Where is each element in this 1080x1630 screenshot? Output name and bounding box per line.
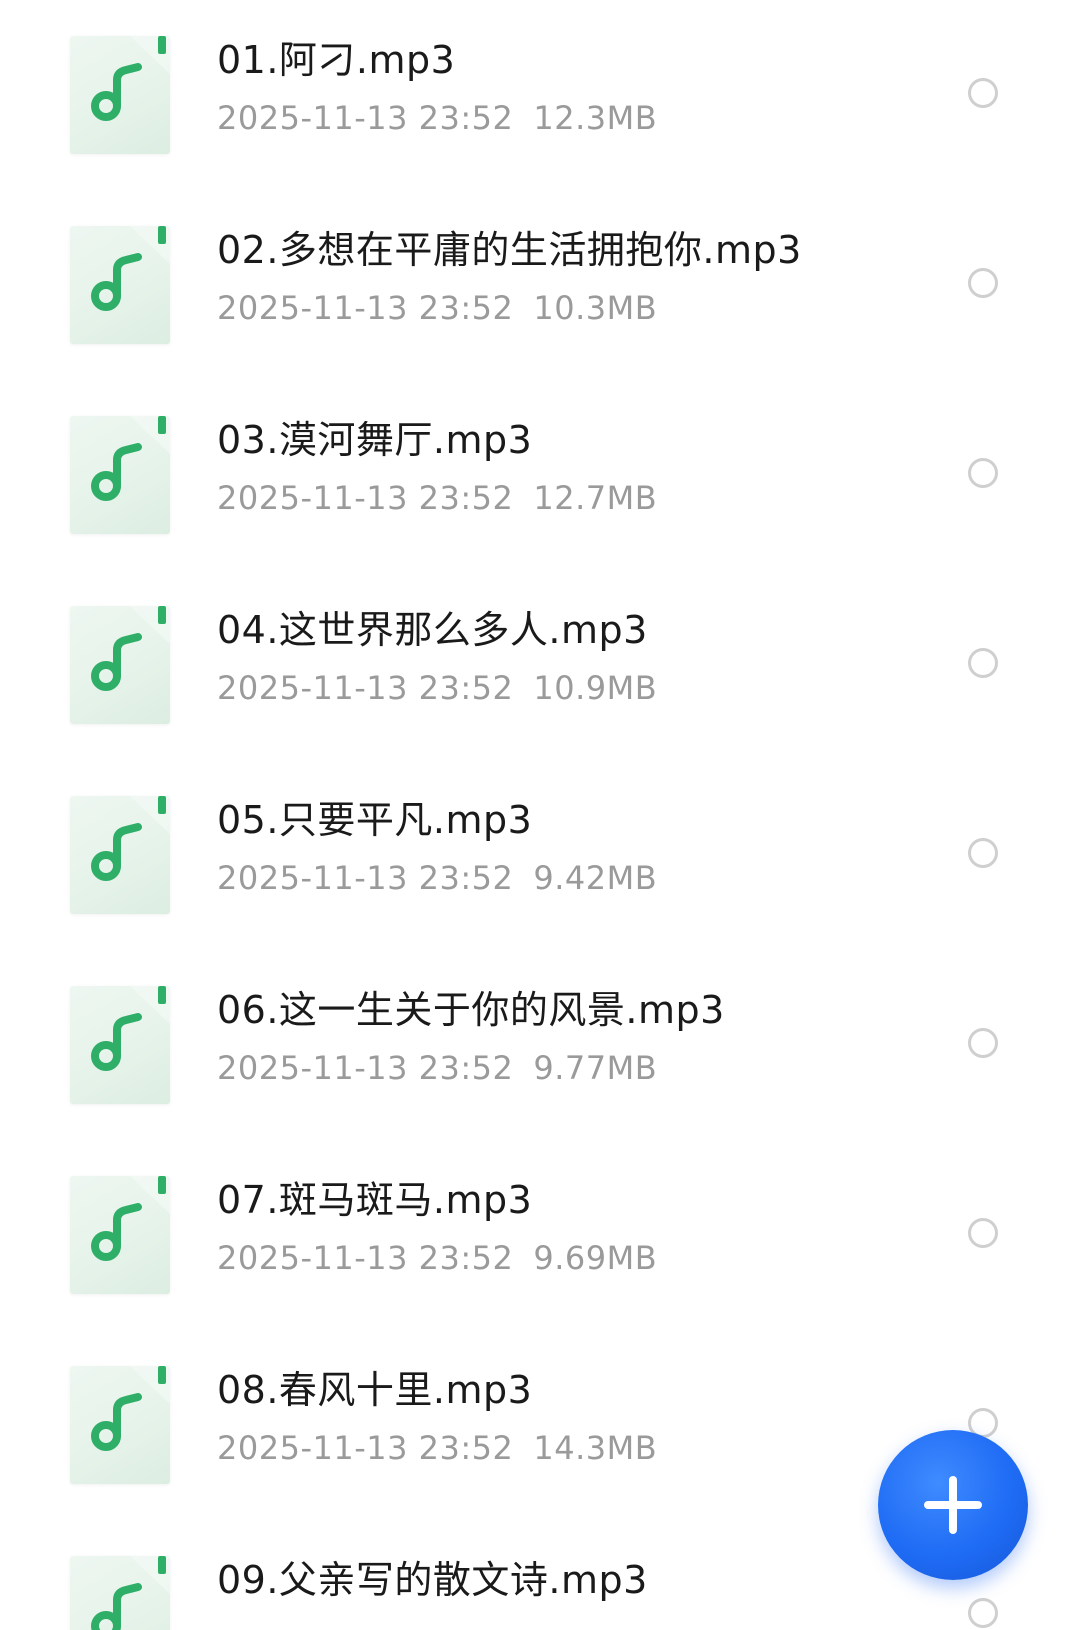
music-note-icon (91, 796, 170, 881)
file-date: 2025-11-13 23:52 (217, 859, 514, 897)
file-name: 03.漠河舞厅.mp3 (217, 418, 533, 462)
file-name: 06.这一生关于你的风景.mp3 (217, 988, 725, 1032)
select-radio[interactable] (968, 458, 998, 488)
list-item[interactable]: 03.漠河舞厅.mp3 2025-11-13 23:52 12.7MB (0, 380, 1080, 572)
file-size: 14.3MB (533, 1429, 658, 1467)
music-note-icon (91, 1176, 170, 1261)
file-meta: 2025-11-13 23:52 9.42MB (217, 856, 657, 900)
file-meta: 2025-11-13 23:52 14.3MB (217, 1426, 657, 1470)
file-name: 02.多想在平庸的生活拥抱你.mp3 (217, 228, 802, 272)
file-name: 09.父亲写的散文诗.mp3 (217, 1558, 648, 1602)
music-file-icon (70, 796, 170, 914)
list-item[interactable]: 02.多想在平庸的生活拥抱你.mp3 2025-11-13 23:52 10.3M… (0, 190, 1080, 382)
file-meta: 2025-11-13 23:52 12.7MB (217, 476, 657, 520)
music-file-icon (70, 1556, 170, 1630)
list-item[interactable]: 05.只要平凡.mp3 2025-11-13 23:52 9.42MB (0, 760, 1080, 952)
music-file-icon (70, 226, 170, 344)
file-size: 9.69MB (533, 1239, 658, 1277)
file-name: 08.春风十里.mp3 (217, 1368, 533, 1412)
music-note-icon (91, 36, 170, 121)
music-file-icon (70, 1366, 170, 1484)
file-date: 2025-11-13 23:52 (217, 289, 514, 327)
file-size: 12.3MB (533, 99, 658, 137)
music-note-icon (91, 606, 170, 691)
file-name: 01.阿刁.mp3 (217, 38, 456, 82)
select-radio[interactable] (968, 838, 998, 868)
select-radio[interactable] (968, 78, 998, 108)
music-file-icon (70, 416, 170, 534)
music-note-icon (91, 226, 170, 311)
file-date: 2025-11-13 23:52 (217, 669, 514, 707)
select-radio[interactable] (968, 1598, 998, 1628)
file-list: 01.阿刁.mp3 2025-11-13 23:52 12.3MB 02.多想在平… (0, 0, 1080, 1630)
file-name: 05.只要平凡.mp3 (217, 798, 533, 842)
file-date: 2025-11-13 23:52 (217, 1239, 514, 1277)
file-date: 2025-11-13 23:52 (217, 479, 514, 517)
file-size: 12.7MB (533, 479, 658, 517)
file-name: 07.斑马斑马.mp3 (217, 1178, 533, 1222)
list-item[interactable]: 04.这世界那么多人.mp3 2025-11-13 23:52 10.9MB (0, 570, 1080, 762)
music-note-icon (91, 1366, 170, 1451)
select-radio[interactable] (968, 268, 998, 298)
file-size: 9.77MB (533, 1049, 658, 1087)
file-meta: 2025-11-13 23:52 10.9MB (217, 666, 657, 710)
list-item[interactable]: 06.这一生关于你的风景.mp3 2025-11-13 23:52 9.77MB (0, 950, 1080, 1142)
file-date: 2025-11-13 23:52 (217, 1429, 514, 1467)
select-radio[interactable] (968, 1218, 998, 1248)
file-meta: 2025-11-13 23:52 9.77MB (217, 1046, 657, 1090)
select-radio[interactable] (968, 648, 998, 678)
file-date: 2025-11-13 23:52 (217, 1049, 514, 1087)
file-size: 10.9MB (533, 669, 658, 707)
file-size: 9.42MB (533, 859, 658, 897)
file-name: 04.这世界那么多人.mp3 (217, 608, 648, 652)
file-size: 10.3MB (533, 289, 658, 327)
music-file-icon (70, 606, 170, 724)
list-item[interactable]: 01.阿刁.mp3 2025-11-13 23:52 12.3MB (0, 0, 1080, 192)
file-meta: 2025-11-13 23:52 12.3MB (217, 96, 657, 140)
file-meta: 2025-11-13 23:52 10.3MB (217, 286, 657, 330)
music-file-icon (70, 1176, 170, 1294)
select-radio[interactable] (968, 1028, 998, 1058)
file-date: 2025-11-13 23:52 (217, 99, 514, 137)
list-item[interactable]: 07.斑马斑马.mp3 2025-11-13 23:52 9.69MB (0, 1140, 1080, 1332)
music-note-icon (91, 416, 170, 501)
add-button[interactable] (878, 1430, 1028, 1580)
music-note-icon (91, 986, 170, 1071)
music-file-icon (70, 986, 170, 1104)
music-note-icon (91, 1556, 170, 1630)
file-meta: 2025-11-13 23:52 9.69MB (217, 1236, 657, 1280)
music-file-icon (70, 36, 170, 154)
